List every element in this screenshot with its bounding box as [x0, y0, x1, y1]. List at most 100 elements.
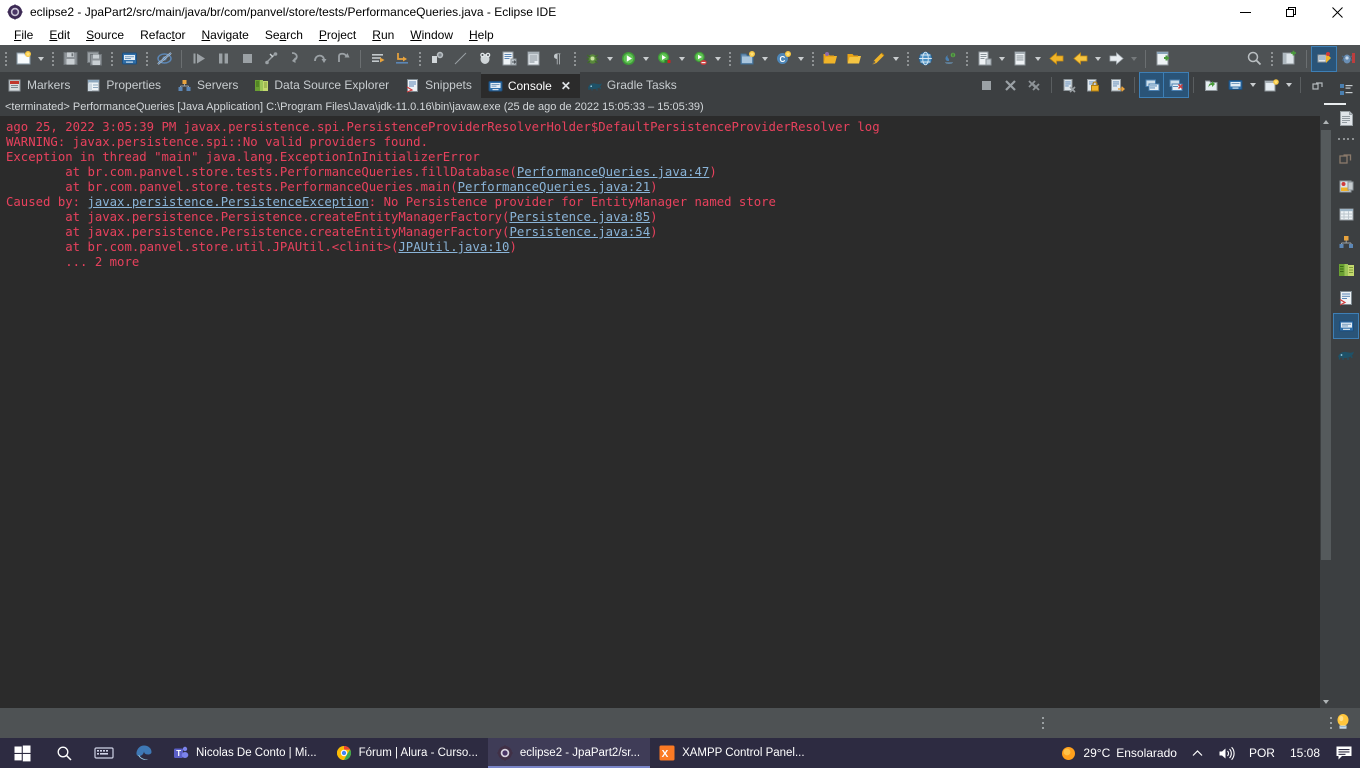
toolbar-grip-9[interactable] — [904, 50, 911, 68]
coverage-dropdown-icon[interactable] — [676, 47, 688, 71]
minimize-button[interactable] — [1222, 0, 1268, 24]
toggle-mark-occurrences-icon[interactable] — [152, 47, 176, 71]
language-indicator[interactable]: POR — [1242, 738, 1282, 768]
menu-navigate[interactable]: Navigate — [193, 26, 256, 44]
toolbar-grip-2[interactable] — [49, 50, 56, 68]
next-annotation-icon[interactable] — [366, 47, 390, 71]
run-icon[interactable] — [616, 47, 640, 71]
menu-project[interactable]: Project — [311, 26, 364, 44]
skip-breakpoints-icon[interactable] — [187, 47, 211, 71]
pause-icon[interactable] — [211, 47, 235, 71]
toolbar-grip-11[interactable] — [1268, 50, 1275, 68]
scroll-down-arrow[interactable] — [1320, 696, 1332, 708]
project-explorer-icon[interactable] — [1334, 174, 1358, 198]
toolbar-grip-3[interactable] — [108, 50, 115, 68]
tab-data-source-explorer[interactable]: Data Source Explorer — [247, 72, 398, 98]
toolbar-grip[interactable] — [2, 50, 9, 68]
generate-icon[interactable] — [1008, 47, 1032, 71]
pin-console-icon[interactable] — [1139, 72, 1165, 98]
tab-servers[interactable]: Servers — [170, 72, 247, 98]
quick-access-hint-icon[interactable] — [1334, 712, 1354, 734]
forward-dropdown-icon[interactable] — [1128, 47, 1140, 71]
print-console-icon[interactable] — [117, 47, 141, 71]
java-ee-perspective-icon[interactable] — [1311, 45, 1337, 72]
step-into-icon[interactable] — [283, 47, 307, 71]
forward-nav-icon[interactable] — [1068, 47, 1092, 71]
open-console-icon[interactable] — [1199, 73, 1223, 97]
menu-refactor[interactable]: Refactor — [132, 26, 193, 44]
taskbar-item-teams[interactable]: T Nicolas De Conto | Mi... — [164, 738, 327, 768]
toolbar-grip-5[interactable] — [416, 50, 423, 68]
console-stacktrace-link[interactable]: PerformanceQueries.java:21 — [458, 180, 651, 194]
snippets-icon[interactable] — [1334, 286, 1358, 310]
disconnect-icon[interactable] — [259, 47, 283, 71]
toolbar-grip-8[interactable] — [809, 50, 816, 68]
step-over-icon[interactable] — [307, 47, 331, 71]
profile-icon[interactable] — [688, 47, 712, 71]
taskbar-item-chrome[interactable]: Fórum | Alura - Curso... — [327, 738, 488, 768]
search-icon[interactable] — [44, 738, 84, 768]
close-button[interactable] — [1314, 0, 1360, 24]
console-icon[interactable] — [1333, 313, 1359, 339]
gradle-tasks-icon[interactable] — [1334, 342, 1358, 366]
toolbar-grip-7[interactable] — [726, 50, 733, 68]
menu-search[interactable]: Search — [257, 26, 311, 44]
minimize-maximize-icon[interactable] — [1306, 73, 1330, 97]
new-report-icon[interactable] — [972, 47, 996, 71]
new-class-dropdown-icon[interactable] — [795, 47, 807, 71]
tab-markers[interactable]: Markers — [0, 72, 79, 98]
task-list-icon[interactable] — [1334, 106, 1358, 130]
web-browser-icon[interactable] — [913, 47, 937, 71]
new-java-project-icon[interactable] — [735, 47, 759, 71]
toolbar-grip-10[interactable] — [963, 50, 970, 68]
open-type-icon[interactable] — [497, 47, 521, 71]
open-console-dropdown-icon[interactable] — [1247, 73, 1259, 97]
console-stacktrace-link[interactable]: Persistence.java:54 — [509, 225, 650, 239]
new-perspective-icon[interactable] — [1277, 47, 1301, 71]
data-source-explorer-icon[interactable] — [1334, 258, 1358, 282]
windows-start-icon[interactable] — [0, 738, 44, 768]
annotate-dropdown-icon[interactable] — [890, 47, 902, 71]
new-wizard-dropdown-icon[interactable] — [35, 47, 47, 71]
back-dropdown-icon[interactable] — [1092, 47, 1104, 71]
notifications-icon[interactable] — [1328, 738, 1360, 768]
weather-widget[interactable]: 29°C Ensolarado — [1053, 738, 1184, 768]
toolbar-grip-6[interactable] — [571, 50, 578, 68]
remove-launch-icon[interactable] — [998, 73, 1022, 97]
taskbar-item-eclipse[interactable]: eclipse2 - JpaPart2/sr... — [487, 738, 651, 768]
scroll-lock-icon[interactable] — [1081, 73, 1105, 97]
profile-dropdown-icon[interactable] — [712, 47, 724, 71]
generate-dropdown-icon[interactable] — [1032, 47, 1044, 71]
terminate-icon[interactable] — [235, 47, 259, 71]
status-bar-grip-left[interactable] — [1040, 714, 1046, 732]
console-stacktrace-link[interactable]: Persistence.java:85 — [509, 210, 650, 224]
menu-run[interactable]: Run — [364, 26, 402, 44]
toggle-breakpoint-icon[interactable] — [425, 47, 449, 71]
open-task-icon[interactable] — [521, 47, 545, 71]
scrollbar-thumb[interactable] — [1321, 130, 1331, 560]
outline-icon[interactable] — [1334, 78, 1358, 102]
save-all-icon[interactable] — [82, 47, 106, 71]
previous-annotation-icon[interactable] — [390, 47, 414, 71]
edge-icon[interactable] — [124, 738, 164, 768]
debug-as-icon[interactable] — [473, 47, 497, 71]
console-scrollbar-vertical[interactable] — [1320, 116, 1332, 708]
maximize-button[interactable] — [1268, 0, 1314, 24]
scroll-up-arrow[interactable] — [1320, 116, 1332, 128]
new-project-dropdown-icon[interactable] — [759, 47, 771, 71]
new-console-dropdown-icon[interactable] — [1283, 73, 1295, 97]
fast-view-grip[interactable] — [1338, 136, 1354, 142]
remove-all-launches-icon[interactable] — [1022, 73, 1046, 97]
forward-icon[interactable] — [1104, 47, 1128, 71]
java-perspective-icon[interactable] — [937, 47, 961, 71]
report-dropdown-icon[interactable] — [996, 47, 1008, 71]
tab-console[interactable]: Console ✕ — [480, 72, 580, 98]
show-console-on-output-icon[interactable] — [1105, 73, 1129, 97]
back-icon[interactable] — [1044, 47, 1068, 71]
menu-edit[interactable]: Edit — [41, 26, 78, 44]
run-coverage-icon[interactable] — [652, 47, 676, 71]
new-java-class-icon[interactable]: C — [771, 47, 795, 71]
data-source-icon[interactable] — [1334, 202, 1358, 226]
annotate-icon[interactable] — [866, 47, 890, 71]
console-stacktrace-link[interactable]: PerformanceQueries.java:47 — [517, 165, 710, 179]
